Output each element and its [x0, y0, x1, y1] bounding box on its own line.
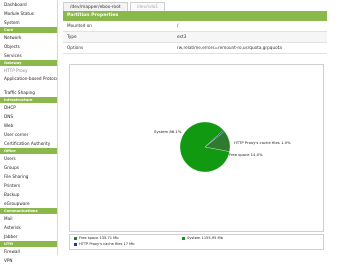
partition-properties-table: Partition Properties Mounted on / Type e…	[63, 11, 327, 54]
sidebar-item-asterisk[interactable]: Asterisk	[0, 223, 57, 232]
legend-swatch	[182, 236, 185, 240]
sidebar-item-dashboard[interactable]: Dashboard	[0, 0, 57, 9]
tab-ebox-root[interactable]: /dev/mapper/ebox-root	[63, 2, 128, 11]
disk-usage-chart: System 86.1% HTTP Proxy's cache files 1.0…	[69, 64, 324, 232]
legend-swatch	[74, 236, 77, 240]
sidebar-item-users[interactable]: Users	[0, 154, 57, 163]
sidebar-item-dns[interactable]: DNS	[0, 112, 57, 121]
legend-label: Free space 135.71 Mb	[79, 236, 119, 240]
sidebar-item-backup[interactable]: Backup	[0, 190, 57, 199]
row-label: Options	[67, 45, 84, 50]
legend-swatch	[74, 242, 77, 246]
sidebar-item-module-status[interactable]: Module Status	[0, 9, 57, 18]
sidebar-item-system[interactable]: System	[0, 18, 57, 27]
row-value: ext3	[177, 34, 187, 39]
table-row: Type ext3	[63, 32, 327, 43]
legend-item-proxy-cache: HTTP Proxy's cache files 17 Mb	[74, 242, 135, 247]
row-label: Type	[67, 34, 77, 39]
sidebar-item-traffic-shaping[interactable]: Traffic Shaping	[0, 88, 57, 97]
chart-legend: Free space 135.71 Mb System 1155.95 Mb H…	[69, 234, 324, 250]
sidebar-item-dhcp[interactable]: DHCP	[0, 103, 57, 112]
sidebar-item-vpn[interactable]: VPN	[0, 256, 57, 265]
partition-properties-title: Partition Properties	[63, 11, 327, 21]
sidebar-item-printers[interactable]: Printers	[0, 181, 57, 190]
row-label: Mounted on	[67, 23, 92, 28]
sidebar-item-http-proxy[interactable]: HTTP Proxy	[0, 66, 57, 75]
row-value: /	[177, 23, 179, 28]
pie-label-free-space: Free space 14.0%	[229, 152, 263, 157]
sidebar-item-network[interactable]: Network	[0, 33, 57, 42]
main-content: /dev/mapper/ebox-root /dev/sda1 Partitio…	[61, 0, 340, 255]
pie-label-http-proxy-s-cache-files: HTTP Proxy's cache files 1.0%	[234, 140, 291, 145]
legend-item-system: System 1155.95 Mb	[182, 236, 223, 241]
sidebar-item-objects[interactable]: Objects	[0, 42, 57, 51]
partition-tabs: /dev/mapper/ebox-root /dev/sda1	[63, 2, 166, 11]
table-row: Options rw,relatime,errors=remount-ro,us…	[63, 43, 327, 54]
sidebar-item-certification-authority[interactable]: Certification Authority	[0, 139, 57, 148]
sidebar-item-file-sharing[interactable]: File Sharing	[0, 172, 57, 181]
tab-sda1[interactable]: /dev/sda1	[129, 2, 166, 11]
legend-item-free-space: Free space 135.71 Mb	[74, 236, 119, 241]
sidebar-item-web[interactable]: Web	[0, 121, 57, 130]
sidebar-item-mail[interactable]: Mail	[0, 214, 57, 223]
pie-chart-svg: System 86.1% HTTP Proxy's cache files 1.0…	[154, 121, 291, 173]
sidebar-item-jabber[interactable]: Jabber	[0, 232, 57, 241]
sidebar-item-application-based-protocols[interactable]: Application-based Protocols	[0, 75, 57, 88]
row-value: rw,relatime,errors=remount-ro,usrquota,g…	[177, 45, 282, 50]
legend-label: HTTP Proxy's cache files 17 Mb	[79, 242, 135, 246]
sidebar-item-groups[interactable]: Groups	[0, 163, 57, 172]
legend-label: System 1155.95 Mb	[187, 236, 223, 240]
sidebar-menu: Dashboard Module Status System Core Network O…	[0, 0, 58, 263]
sidebar-item-services[interactable]: Services	[0, 51, 57, 60]
sidebar-item-egroupware[interactable]: eGroupware	[0, 199, 57, 208]
table-row: Mounted on /	[63, 21, 327, 32]
sidebar-item-user-corner[interactable]: User corner	[0, 130, 57, 139]
pie-label-system: System 86.1%	[154, 129, 182, 134]
